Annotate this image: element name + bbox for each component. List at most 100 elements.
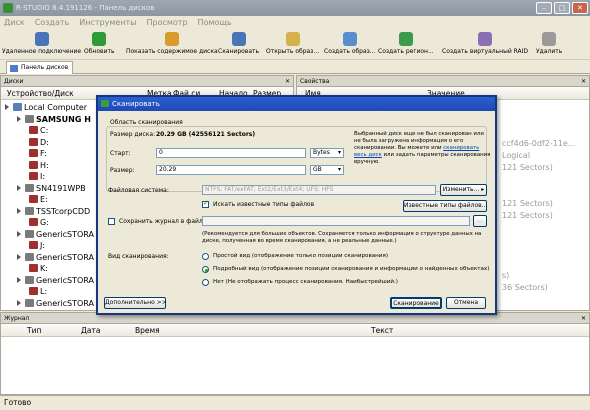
- property-value: 121 Sectors): [502, 211, 553, 220]
- start-unit-select[interactable]: Bytes ▾: [310, 148, 344, 158]
- toolbar-button-label: Удаленное подключение: [2, 48, 82, 55]
- disk-size-value: 20.29 GB (42556121 Sectors): [156, 131, 256, 138]
- expand-arrow-icon[interactable]: [17, 253, 23, 260]
- tree-item[interactable]: D:: [1, 137, 49, 148]
- property-value: 36 Sectors): [502, 283, 548, 292]
- tree-item[interactable]: C:: [1, 125, 48, 136]
- toolbar-button-scan[interactable]: Сканировать: [218, 32, 259, 55]
- create-region-icon: [398, 32, 413, 46]
- property-value: Logical: [502, 151, 531, 160]
- size-unit-select[interactable]: GB ▾: [310, 165, 344, 175]
- tree-item[interactable]: K:: [1, 263, 48, 274]
- scan-area-group-label: Область сканирования: [110, 119, 183, 126]
- properties-pane-title: Свойства: [300, 78, 330, 85]
- partition-icon: [29, 287, 38, 295]
- tree-item[interactable]: GenericSTORA: [1, 275, 94, 286]
- tree-item[interactable]: L:: [1, 286, 47, 297]
- tree-item[interactable]: SN4191WPB: [1, 183, 86, 194]
- search-known-checkbox[interactable]: ✓: [202, 199, 209, 208]
- partition-icon: [29, 218, 38, 226]
- close-pane-icon[interactable]: ✕: [581, 313, 586, 324]
- disks-pane-header: Диски ✕: [1, 76, 293, 87]
- expand-arrow-icon[interactable]: [17, 115, 23, 122]
- change-fs-button[interactable]: Изменить... ▸: [440, 184, 487, 196]
- tree-item-label: I:: [40, 172, 46, 181]
- tree-item[interactable]: E:: [1, 194, 48, 205]
- tree-item[interactable]: TSSTcorpCDD: [1, 206, 90, 217]
- tree-item[interactable]: J:: [1, 240, 45, 251]
- partition-icon: [29, 137, 38, 146]
- journal-pane: Журнал ✕ Тип Дата Время Текст: [0, 312, 590, 395]
- col-type[interactable]: Тип: [27, 324, 41, 337]
- property-value: 121 Sectors): [502, 163, 553, 172]
- col-text[interactable]: Текст: [371, 324, 393, 337]
- expand-arrow-icon[interactable]: [17, 230, 23, 237]
- expand-arrow-icon[interactable]: [17, 184, 23, 191]
- tab-disk-panel[interactable]: Панель дисков: [6, 61, 74, 74]
- tree-item[interactable]: H:: [1, 160, 49, 171]
- tree-item[interactable]: GenericSTORA: [1, 229, 94, 240]
- expand-arrow-icon[interactable]: [5, 104, 11, 110]
- close-window-button[interactable]: ✕: [572, 2, 588, 14]
- minimize-button[interactable]: –: [536, 2, 552, 14]
- browse-log-button[interactable]: ...: [473, 215, 487, 227]
- close-pane-icon[interactable]: ✕: [581, 76, 586, 87]
- cancel-button[interactable]: Отмена: [446, 297, 486, 309]
- col-device[interactable]: Устройство/Диск: [7, 87, 74, 100]
- toolbar-button-create-region[interactable]: Создать регион...: [378, 32, 434, 55]
- save-log-label: Сохранить журнал в файл:: [119, 218, 205, 225]
- start-scan-button[interactable]: Сканирование: [390, 297, 442, 309]
- tree-item-label: C:: [40, 126, 49, 135]
- known-file-types-button[interactable]: Известные типы файлов...: [403, 200, 487, 212]
- view-none-radio[interactable]: [202, 279, 209, 286]
- toolbar-button-virtual-raid[interactable]: Создать виртуальный RAID: [442, 32, 528, 55]
- toolbar-button-create-image[interactable]: Создать образ...: [324, 32, 376, 55]
- window-titlebar: R-STUDIO 8.4.191126 - Панель дисков – □ …: [0, 0, 590, 16]
- tree-item[interactable]: GenericSTORA: [1, 252, 94, 263]
- maximize-button[interactable]: □: [554, 2, 570, 14]
- save-log-checkbox[interactable]: [108, 218, 115, 225]
- tab-label: Панель дисков: [21, 64, 69, 71]
- menu-disk[interactable]: Диск: [4, 16, 25, 30]
- toolbar-button-open-image[interactable]: Открыть образ...: [266, 32, 319, 55]
- tree-item-label: H:: [40, 160, 49, 170]
- status-text: Готово: [4, 398, 32, 407]
- expand-arrow-icon[interactable]: [17, 299, 23, 306]
- toolbar-button-show-content[interactable]: Показать содержимое диска: [126, 32, 218, 55]
- tree-item[interactable]: SAMSUNG H: [1, 114, 91, 125]
- view-none-label: Нет (Не отображать процесс сканирования.…: [213, 279, 398, 285]
- close-pane-icon[interactable]: ✕: [285, 76, 290, 87]
- chevron-down-icon: ▾: [337, 149, 341, 156]
- computer-icon: [13, 103, 22, 111]
- size-label: Размер:: [110, 167, 135, 174]
- expand-arrow-icon[interactable]: [17, 276, 23, 283]
- col-date[interactable]: Дата: [81, 324, 100, 337]
- tree-item[interactable]: G:: [1, 217, 49, 228]
- toolbar-button-refresh[interactable]: Обновить: [84, 32, 114, 55]
- menu-view[interactable]: Просмотр: [146, 16, 187, 30]
- dialog-titlebar: Сканировать: [98, 97, 495, 111]
- journal-column-header: Тип Дата Время Текст: [1, 324, 589, 337]
- partition-icon: [29, 241, 38, 249]
- create-image-icon: [342, 32, 357, 46]
- toolbar-button-label: Открыть образ...: [266, 48, 320, 55]
- menu-create[interactable]: Создать: [35, 16, 70, 30]
- advanced-button[interactable]: Дополнительно >>: [104, 297, 167, 309]
- expand-arrow-icon[interactable]: [17, 207, 23, 214]
- menu-help[interactable]: Помощь: [198, 16, 232, 30]
- tree-item[interactable]: GenericSTORA: [1, 298, 94, 309]
- size-input[interactable]: 20.29: [156, 165, 306, 175]
- view-simple-radio[interactable]: [202, 253, 209, 260]
- partition-icon: [29, 264, 38, 272]
- start-input[interactable]: 0: [156, 148, 306, 158]
- menu-tools[interactable]: Инструменты: [79, 16, 136, 30]
- dialog-title: Сканировать: [112, 100, 160, 108]
- tree-item[interactable]: I:: [1, 171, 45, 182]
- toolbar-button-remote-connect[interactable]: Удаленное подключение: [2, 32, 81, 55]
- col-time[interactable]: Время: [135, 324, 160, 337]
- tree-item[interactable]: Local Computer: [1, 102, 87, 113]
- toolbar-button-delete[interactable]: Удалить: [536, 32, 562, 55]
- tree-item[interactable]: F:: [1, 148, 47, 159]
- tree-item-label: GenericSTORA: [36, 298, 94, 308]
- view-detailed-radio[interactable]: [202, 266, 209, 273]
